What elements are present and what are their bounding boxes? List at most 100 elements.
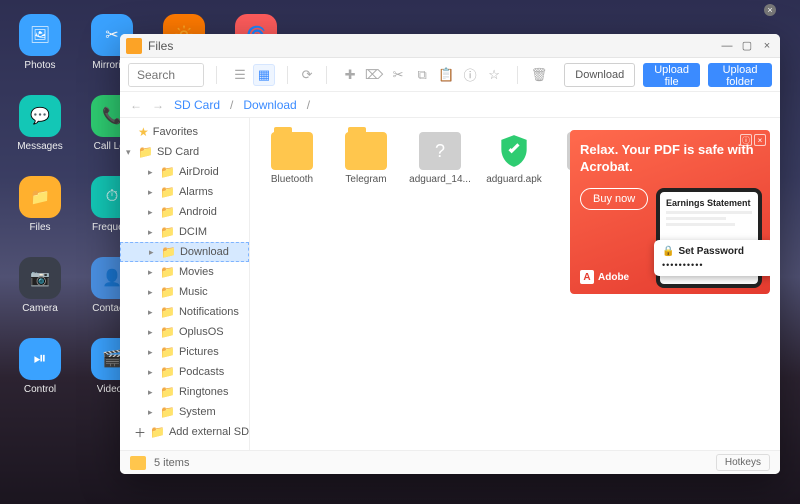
app-label: Files	[29, 222, 50, 233]
sidebar-item-android[interactable]: ▸📁Android	[120, 202, 249, 222]
hotkeys-button[interactable]: Hotkeys	[716, 454, 770, 471]
sidebar-item-label: Android	[179, 206, 217, 218]
nav-back-icon[interactable]: ←	[130, 98, 142, 112]
sidebar-item-music[interactable]: ▸📁Music	[120, 282, 249, 302]
ad-close-icon[interactable]: ⓘ×	[740, 134, 766, 146]
sidebar-item-label: AirDroid	[179, 166, 219, 178]
ad-password-card: 🔒Set Password ••••••••••	[654, 240, 770, 276]
sidebar: ★ Favorites ▾📁 SD Card ▸📁AirDroid▸📁Alarm…	[120, 118, 250, 450]
ad-cta-button[interactable]: Buy now	[580, 188, 648, 210]
files-window: Files — ▢ × 🔍 ☰ ▦ ⟳ ✚ ⌦ ✂ ⧉ 📋 ⓘ ☆ 🗑 Dow	[120, 34, 780, 474]
desktop-app-messages[interactable]: 💬Messages	[12, 95, 68, 152]
breadcrumb-sep: /	[230, 98, 233, 112]
maximize-button[interactable]: ▢	[740, 39, 754, 53]
file-item[interactable]: Bluetooth	[264, 132, 320, 185]
app-label: Photos	[24, 60, 55, 71]
file-item[interactable]: adguard.apk	[486, 132, 542, 185]
search-box: 🔍	[128, 63, 204, 87]
close-button[interactable]: ×	[760, 39, 774, 53]
download-button[interactable]: Download	[564, 63, 635, 87]
view-grid-button[interactable]: ▦	[253, 64, 275, 86]
refresh-button[interactable]: ⟳	[300, 64, 315, 86]
sidebar-item-label: Alarms	[179, 186, 213, 198]
ad-brand: A Adobe	[580, 270, 629, 284]
desktop-app-photos[interactable]: 🖼 Photos	[12, 14, 68, 71]
lock-icon: 🔒	[662, 246, 674, 257]
sidebar-item-label: Music	[179, 286, 208, 298]
sidebar-add-label: Add external SD card	[169, 426, 250, 438]
folder-icon	[345, 132, 387, 170]
file-label: Bluetooth	[260, 174, 324, 185]
file-label: adguard_14...	[408, 174, 472, 185]
window-title: Files	[148, 39, 173, 53]
files-app-icon	[126, 38, 142, 54]
paste-button[interactable]: 📋	[435, 64, 457, 86]
file-item[interactable]: ?adguard_14...	[412, 132, 468, 185]
ad-banner[interactable]: ⓘ× Relax. Your PDF is safe with Acrobat.…	[570, 130, 770, 294]
view-list-button[interactable]: ☰	[229, 64, 251, 86]
sidebar-item-download[interactable]: ▸📁Download	[120, 242, 249, 262]
file-grid: Bluetooth Telegram ?adguard_14... adguard.a…	[250, 118, 780, 450]
desktop-app-camera[interactable]: 📷 Camera	[12, 257, 68, 314]
sidebar-item-label: Movies	[179, 266, 214, 278]
cut-button[interactable]: ✂	[387, 64, 409, 86]
sidebar-item-movies[interactable]: ▸📁Movies	[120, 262, 249, 282]
sidebar-item-label: Download	[180, 246, 229, 258]
upload-file-button[interactable]: Upload file	[643, 63, 700, 87]
upload-folder-button[interactable]: Upload folder	[708, 63, 772, 87]
sidebar-item-pictures[interactable]: ▸📁Pictures	[120, 342, 249, 362]
copy-button[interactable]: ⧉	[411, 64, 433, 86]
rename-button[interactable]: ⌦	[363, 64, 385, 86]
sidebar-item-label: Ringtones	[179, 386, 229, 398]
sidebar-item-podcasts[interactable]: ▸📁Podcasts	[120, 362, 249, 382]
statusbar: 5 items Hotkeys	[120, 450, 780, 474]
sidebar-item-label: OplusOS	[179, 326, 224, 338]
sidebar-add-external[interactable]: ＋📁 Add external SD card	[120, 422, 249, 442]
sidebar-item-label: Notifications	[179, 306, 239, 318]
sidebar-sdcard[interactable]: ▾📁 SD Card	[120, 142, 249, 162]
ad-headline: Relax. Your PDF is safe with Acrobat.	[580, 142, 760, 176]
nav-forward-icon[interactable]: →	[152, 98, 164, 112]
file-item[interactable]: Telegram	[338, 132, 394, 185]
desktop-col-1: 🖼 Photos 💬Messages 📁 Files 📷 Camera ⏯ Control	[12, 14, 68, 395]
file-label: Telegram	[334, 174, 398, 185]
sidebar-item-label: System	[179, 406, 216, 418]
desktop-app-files[interactable]: 📁 Files	[12, 176, 68, 233]
star-button[interactable]: ☆	[483, 64, 505, 86]
sidebar-item-dcim[interactable]: ▸📁DCIM	[120, 222, 249, 242]
status-count: 5 items	[154, 457, 189, 469]
folder-icon	[271, 132, 313, 170]
shield-check-icon	[493, 132, 535, 170]
sidebar-item-label: Pictures	[179, 346, 219, 358]
desktop-app-control[interactable]: ⏯ Control	[12, 338, 68, 395]
sidebar-item-label: DCIM	[179, 226, 207, 238]
app-icon: 💬	[19, 95, 61, 137]
sidebar-item-system[interactable]: ▸📁System	[120, 402, 249, 422]
sidebar-item-airdroid[interactable]: ▸📁AirDroid	[120, 162, 249, 182]
sidebar-item-notifications[interactable]: ▸📁Notifications	[120, 302, 249, 322]
sidebar-item-label: Podcasts	[179, 366, 224, 378]
app-label: Control	[24, 384, 56, 395]
breadcrumb-download[interactable]: Download	[243, 98, 296, 112]
breadcrumb-sdcard[interactable]: SD Card	[174, 98, 220, 112]
new-button[interactable]: ✚	[339, 64, 361, 86]
delete-button[interactable]: 🗑	[530, 64, 549, 86]
sidebar-item-alarms[interactable]: ▸📁Alarms	[120, 182, 249, 202]
app-icon: 📁	[19, 176, 61, 218]
sidebar-item-oplusos[interactable]: ▸📁OplusOS	[120, 322, 249, 342]
search-input[interactable]	[129, 64, 204, 86]
app-icon: ⏯	[19, 338, 61, 380]
file-label: adguard.apk	[482, 174, 546, 185]
adobe-logo-icon: A	[580, 270, 594, 284]
titlebar[interactable]: Files — ▢ ×	[120, 34, 780, 58]
minimize-button[interactable]: —	[720, 39, 734, 53]
app-icon: 📷	[19, 257, 61, 299]
toolbar: 🔍 ☰ ▦ ⟳ ✚ ⌦ ✂ ⧉ 📋 ⓘ ☆ 🗑 Download Upload …	[120, 58, 780, 92]
desktop-close-icon[interactable]: ×	[764, 4, 776, 16]
app-label: Camera	[22, 303, 58, 314]
info-button[interactable]: ⓘ	[459, 64, 481, 86]
app-icon: 🖼	[19, 14, 61, 56]
sidebar-favorites[interactable]: ★ Favorites	[120, 122, 249, 142]
sidebar-sdcard-label: SD Card	[157, 146, 199, 158]
sidebar-item-ringtones[interactable]: ▸📁Ringtones	[120, 382, 249, 402]
